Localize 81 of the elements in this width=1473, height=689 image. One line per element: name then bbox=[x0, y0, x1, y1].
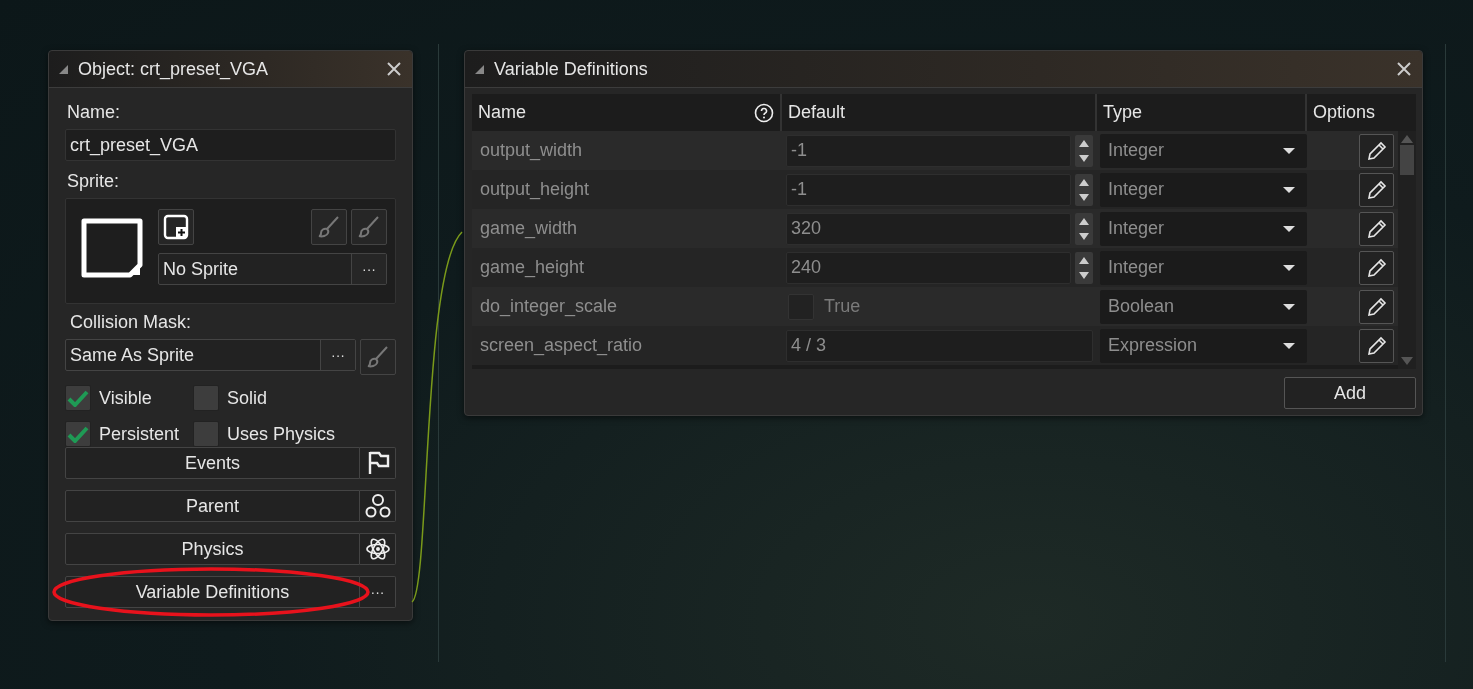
table-cell-text: output_width bbox=[479, 140, 584, 161]
pencil-icon bbox=[1365, 334, 1388, 357]
value-field[interactable]: -1 bbox=[786, 173, 1071, 206]
brush-icon bbox=[365, 344, 391, 370]
value-field[interactable]: 4 / 3 bbox=[786, 329, 1093, 362]
edit-sprite-button[interactable] bbox=[311, 209, 347, 245]
checkbox-label: True bbox=[823, 296, 861, 317]
value-field[interactable]: -1 bbox=[786, 134, 1071, 167]
pencil-icon bbox=[1365, 139, 1388, 162]
icon-button[interactable] bbox=[360, 490, 396, 522]
value-field[interactable]: 240 bbox=[786, 251, 1071, 284]
more-button[interactable]: ··· bbox=[320, 340, 355, 370]
type-dropdown[interactable]: Integer bbox=[1100, 250, 1307, 285]
pencil-icon bbox=[1365, 295, 1388, 318]
edit-button[interactable] bbox=[1359, 172, 1394, 207]
field-label: Name: bbox=[66, 101, 121, 124]
check-icon bbox=[67, 389, 89, 407]
type-dropdown[interactable]: Integer bbox=[1100, 133, 1307, 168]
checkbox[interactable]: Visible bbox=[65, 385, 193, 411]
column-header: Options bbox=[1312, 101, 1377, 124]
panel-button[interactable]: Events bbox=[65, 447, 360, 479]
value-field[interactable]: 320 bbox=[786, 212, 1071, 245]
panel-button[interactable]: Variable Definitions bbox=[65, 576, 360, 608]
field-label: Collision Mask: bbox=[69, 311, 193, 334]
corner-icon bbox=[475, 64, 484, 74]
hierarchy-icon bbox=[364, 493, 391, 519]
icon-button[interactable] bbox=[360, 533, 396, 565]
brush-icon bbox=[356, 214, 382, 240]
type-dropdown[interactable]: Boolean bbox=[1100, 289, 1307, 324]
caret-icon bbox=[1283, 146, 1295, 155]
checkbox[interactable]: Persistent bbox=[65, 421, 193, 447]
type-dropdown[interactable]: Expression bbox=[1100, 328, 1307, 363]
table-cell-text: output_height bbox=[479, 179, 591, 200]
atom-icon bbox=[364, 536, 391, 562]
spinner-button[interactable] bbox=[1075, 212, 1093, 245]
edit-button[interactable] bbox=[1359, 289, 1394, 324]
panel-title: Object: crt_preset_VGA bbox=[78, 58, 270, 80]
table-cell-text: game_width bbox=[479, 218, 579, 239]
help-icon[interactable] bbox=[754, 102, 774, 123]
table-cell-text: do_integer_scale bbox=[479, 296, 619, 317]
table-cell-text: screen_aspect_ratio bbox=[479, 335, 644, 356]
spinner-button[interactable] bbox=[1075, 251, 1093, 284]
caret-icon bbox=[1283, 263, 1295, 272]
icon-button[interactable] bbox=[360, 447, 396, 479]
checkbox[interactable]: Uses Physics bbox=[193, 421, 396, 447]
caret-icon bbox=[1283, 341, 1295, 350]
scroll-thumb[interactable] bbox=[1400, 145, 1414, 175]
spinner-button[interactable] bbox=[1075, 134, 1093, 167]
type-dropdown[interactable]: Integer bbox=[1100, 211, 1307, 246]
pencil-icon bbox=[1365, 256, 1388, 279]
edit-button[interactable] bbox=[1359, 328, 1394, 363]
panel-title: Variable Definitions bbox=[494, 58, 649, 80]
panel-button[interactable]: Physics bbox=[65, 533, 360, 565]
name-field[interactable]: crt_preset_VGA bbox=[65, 129, 396, 161]
brush-icon bbox=[316, 214, 342, 240]
edit-button[interactable] bbox=[1359, 250, 1394, 285]
check-icon bbox=[67, 425, 89, 443]
spinner-button[interactable] bbox=[1075, 173, 1093, 206]
corner-icon bbox=[59, 64, 68, 74]
new-sprite-button[interactable] bbox=[158, 209, 194, 245]
collision-mask-selector[interactable]: Same As Sprite ··· bbox=[65, 339, 356, 371]
column-title: Name bbox=[478, 102, 526, 123]
scrollbar[interactable] bbox=[1398, 131, 1416, 369]
edit-button[interactable] bbox=[1359, 211, 1394, 246]
add-button[interactable]: Add bbox=[1284, 377, 1416, 409]
checkbox[interactable]: Solid bbox=[193, 385, 396, 411]
table-cell-text: game_height bbox=[479, 257, 586, 278]
brush-button[interactable] bbox=[351, 209, 387, 245]
field-label: Sprite: bbox=[66, 170, 121, 193]
caret-icon bbox=[1283, 302, 1295, 311]
edit-mask-button[interactable] bbox=[360, 339, 396, 375]
pencil-icon bbox=[1365, 178, 1388, 201]
type-dropdown[interactable]: Integer bbox=[1100, 172, 1307, 207]
caret-icon bbox=[1283, 185, 1295, 194]
edit-button[interactable] bbox=[1359, 133, 1394, 168]
more-button[interactable]: ··· bbox=[351, 254, 386, 284]
panel-button[interactable]: Parent bbox=[65, 490, 360, 522]
pencil-icon bbox=[1365, 217, 1388, 240]
sprite-selector[interactable]: No Sprite ··· bbox=[158, 253, 387, 285]
caret-icon bbox=[1283, 224, 1295, 233]
more-button[interactable]: ··· bbox=[360, 576, 396, 608]
